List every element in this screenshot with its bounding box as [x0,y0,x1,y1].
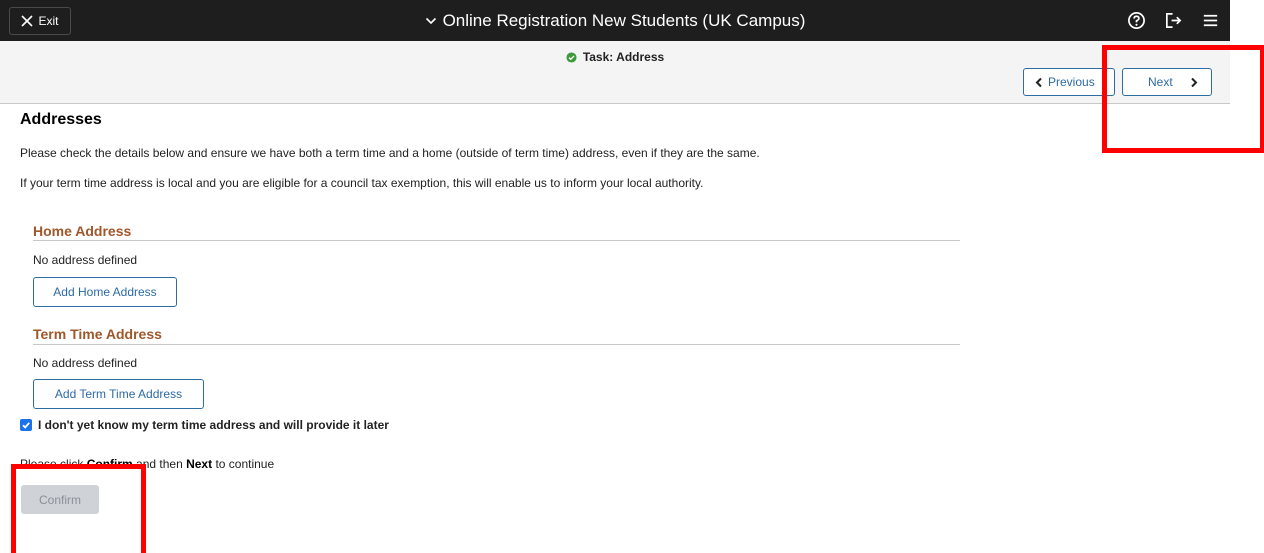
term-address-title: Term Time Address [33,326,162,342]
page-title: Addresses [20,111,102,128]
help-icon[interactable] [1127,11,1146,30]
next-label: Next [1148,75,1173,89]
task-title-text: Task: Address [582,50,665,64]
term-address-later-option[interactable]: I don't yet know my term time address an… [20,418,389,432]
instruction-middle: and then [132,457,187,471]
checkbox-label: I don't yet know my term time address an… [38,418,389,432]
task-header: Task: Address Previous Next [0,41,1230,104]
term-address-later-checkbox[interactable] [20,419,32,431]
intro-text-1: Please check the details below and ensur… [20,146,760,160]
chevron-down-icon [425,17,436,24]
instruction-text: Please click Confirm and then Next to co… [20,457,274,471]
intro-text-2: If your term time address is local and y… [20,176,704,190]
home-address-title: Home Address [33,223,132,239]
app-title-text: Online Registration New Students (UK Cam… [442,10,806,30]
top-icons [1127,0,1220,41]
divider [33,344,960,345]
home-address-status: No address defined [33,253,138,267]
task-title: Task: Address [0,50,1230,64]
chevron-right-icon [1191,77,1198,88]
add-term-address-button[interactable]: Add Term Time Address [33,379,204,409]
previous-button[interactable]: Previous [1023,68,1115,96]
menu-icon[interactable] [1201,11,1220,30]
divider [33,240,960,241]
chevron-left-icon [1035,77,1042,87]
sign-out-icon[interactable] [1164,11,1183,30]
check-circle-icon [566,51,577,63]
app-title[interactable]: Online Registration New Students (UK Cam… [0,0,1230,41]
instruction-prefix: Please click [20,457,87,471]
confirm-button[interactable]: Confirm [21,485,99,514]
previous-label: Previous [1048,75,1095,89]
next-button[interactable]: Next [1122,68,1212,96]
instruction-confirm: Confirm [86,457,133,471]
check-icon [22,422,30,429]
term-address-status: No address defined [33,356,138,370]
top-bar: Exit Online Registration New Students (U… [0,0,1230,41]
add-home-address-button[interactable]: Add Home Address [33,277,177,307]
instruction-next: Next [186,457,213,471]
instruction-suffix: to continue [212,457,275,471]
